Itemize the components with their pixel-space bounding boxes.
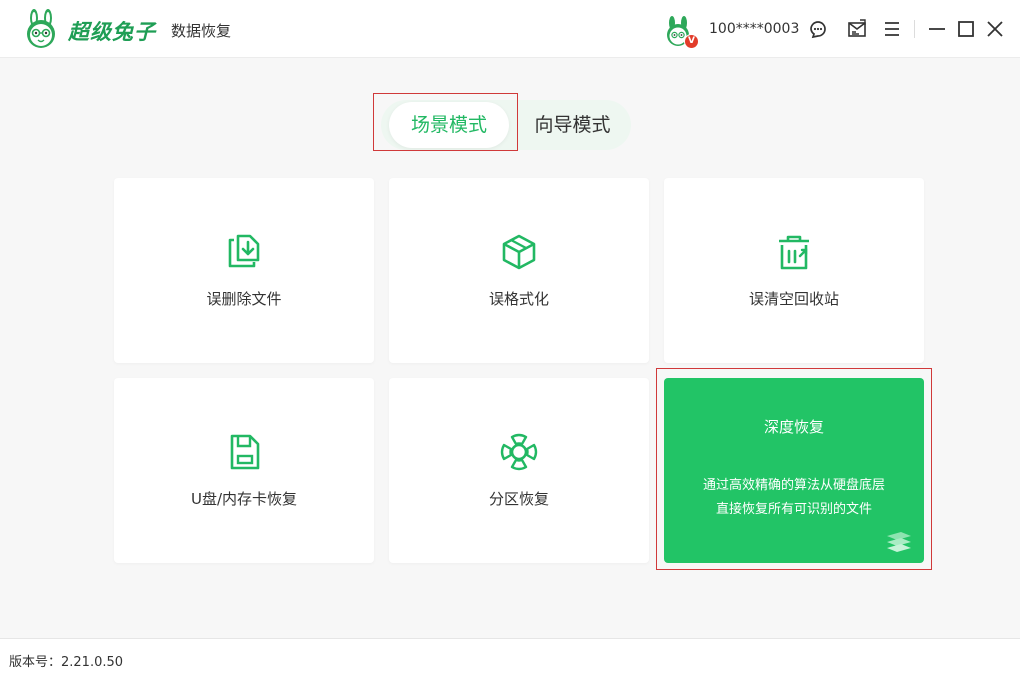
brand-name: 超级兔子 [68,20,156,44]
account-id[interactable]: 100****0003 [709,21,799,37]
recycle-bin-icon [779,235,809,270]
card-format[interactable]: 误格式化 [389,178,649,363]
card-recycle-bin[interactable]: 误清空回收站 [664,178,924,363]
card-deleted-files[interactable]: 误删除文件 [114,178,374,363]
sd-card-icon [230,434,260,470]
status-bar: 版本号：2.21.0.50 [0,638,1020,677]
vip-badge: V [684,34,699,49]
card-label: 分区恢复 [488,490,549,508]
cube-icon [502,234,536,270]
rabbit-logo-icon [27,9,55,48]
maximize-icon[interactable] [955,18,977,40]
card-label: 误清空回收站 [748,290,839,308]
version-label: 版本号：2.21.0.50 [9,655,124,670]
highlight-box-deep-recovery [656,368,932,570]
menu-icon[interactable] [881,18,903,40]
card-label: U盘/内存卡恢复 [190,490,298,508]
card-usb-sd[interactable]: U盘/内存卡恢复 [114,378,374,563]
minimize-icon[interactable] [926,18,948,40]
feedback-icon[interactable] [846,18,868,40]
card-label: 误格式化 [488,290,549,308]
titlebar-separator [914,20,915,38]
partition-icon [500,433,538,471]
card-label: 误删除文件 [206,290,282,308]
highlight-box-tab [373,93,518,151]
close-icon[interactable] [984,18,1006,40]
tab-wizard-mode[interactable]: 向导模式 [520,102,625,148]
customer-service-icon[interactable] [807,18,829,40]
title-bar: 超级兔子 数据恢复 V 100****0003 [0,0,1020,58]
card-partition[interactable]: 分区恢复 [389,378,649,563]
file-restore-icon [228,234,260,268]
brand-subtitle: 数据恢复 [171,22,232,40]
